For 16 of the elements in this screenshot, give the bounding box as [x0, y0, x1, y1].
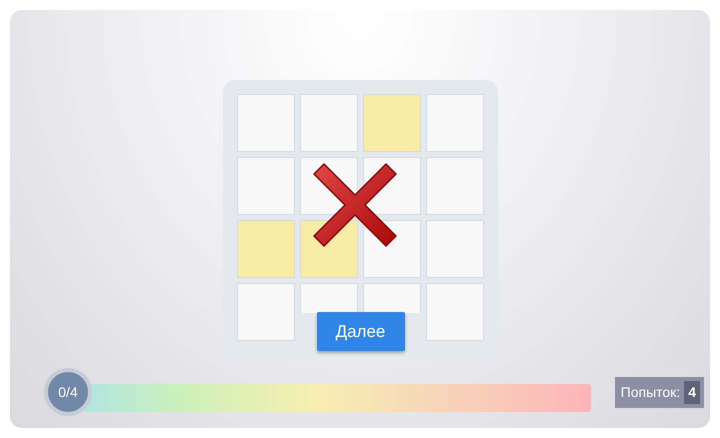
grid-cell[interactable] — [300, 94, 358, 152]
attempts-value: 4 — [684, 380, 700, 404]
grid-cell[interactable] — [426, 283, 484, 341]
grid-cell[interactable] — [236, 94, 294, 152]
grid-cell[interactable] — [426, 220, 484, 278]
attempts-label: Попыток: — [620, 382, 680, 402]
grid-cell[interactable] — [236, 220, 294, 278]
grid-cell[interactable] — [362, 94, 420, 152]
grid-cell[interactable] — [426, 94, 484, 152]
grid-cell[interactable] — [236, 157, 294, 215]
grid-cell[interactable] — [300, 283, 358, 313]
grid-cell[interactable] — [426, 157, 484, 215]
next-button[interactable]: Далее — [316, 312, 404, 351]
grid-cell[interactable] — [362, 283, 420, 313]
progress-counter: 0/4 — [44, 368, 92, 416]
grid-cell[interactable] — [236, 283, 294, 341]
